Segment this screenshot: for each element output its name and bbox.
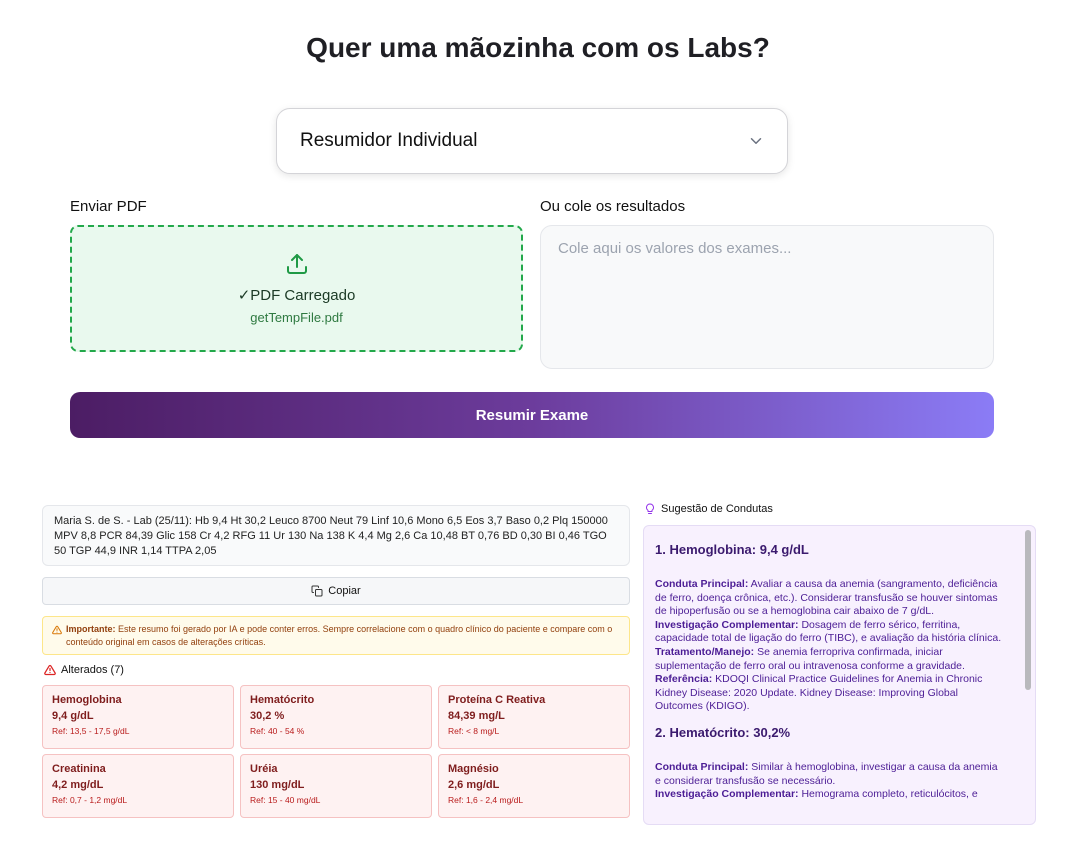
suggestions-title: Sugestão de Condutas: [661, 503, 773, 515]
text-investigacao: Hemograma completo, reticulócitos, e: [798, 788, 978, 801]
label-investigacao: Investigação Complementar:: [655, 618, 799, 631]
mode-select[interactable]: Resumidor Individual: [276, 108, 788, 174]
exam-ref: Ref: 40 - 54 %: [250, 726, 305, 736]
copy-label: Copiar: [328, 585, 361, 597]
suggestions-header: Sugestão de Condutas: [645, 503, 773, 515]
altered-card: Proteína C Reativa 84,39 mg/L Ref: < 8 m…: [438, 685, 630, 749]
label-tratamento: Tratamento/Manejo:: [655, 645, 755, 658]
paste-label: Ou cole os resultados: [540, 198, 686, 215]
altered-card: Magnésio 2,6 mg/dL Ref: 1,6 - 2,4 mg/dL: [438, 754, 630, 818]
exam-name: Creatinina: [52, 763, 106, 775]
mode-select-value: Resumidor Individual: [300, 130, 478, 151]
altered-card: Creatinina 4,2 mg/dL Ref: 0,7 - 1,2 mg/d…: [42, 754, 234, 818]
alert-triangle-icon: [44, 664, 56, 676]
summary-text: Maria S. de S. - Lab (25/11): Hb 9,4 Ht …: [42, 505, 630, 566]
warning-strong: Importante:: [66, 624, 116, 634]
check-icon: ✓: [237, 287, 251, 304]
chevron-down-icon: [750, 138, 762, 144]
uploaded-filename: getTempFile.pdf: [250, 310, 343, 325]
altered-cards: Hemoglobina 9,4 g/dL Ref: 13,5 - 17,5 g/…: [42, 685, 630, 818]
exam-ref: Ref: 1,6 - 2,4 mg/dL: [448, 795, 524, 805]
exam-name: Hemoglobina: [52, 694, 122, 706]
label-referencia: Referência:: [655, 673, 713, 686]
altered-card: Hemoglobina 9,4 g/dL Ref: 13,5 - 17,5 g/…: [42, 685, 234, 749]
exam-value: 130 mg/dL: [250, 779, 305, 791]
altered-card: Hematócrito 30,2 % Ref: 40 - 54 %: [240, 685, 432, 749]
warning-text: Este resumo foi gerado por IA e pode con…: [66, 624, 613, 647]
upload-icon: [286, 254, 307, 274]
altered-title: Alterados (7): [61, 664, 124, 676]
suggestions-panel[interactable]: 1. Hemoglobina: 9,4 g/dL Conduta Princip…: [643, 525, 1036, 825]
summarize-button[interactable]: Resumir Exame: [70, 392, 994, 438]
label-conduta: Conduta Principal:: [655, 578, 749, 590]
exam-value: 4,2 mg/dL: [52, 779, 104, 791]
suggestion-heading: 2. Hematócrito: 30,2%: [655, 724, 791, 740]
exam-ref: Ref: 13,5 - 17,5 g/dL: [52, 726, 130, 736]
results-textarea[interactable]: [540, 225, 994, 369]
copy-icon: [311, 585, 323, 597]
ai-warning: Importante: Este resumo foi gerado por I…: [42, 616, 630, 655]
exam-name: Hematócrito: [250, 694, 315, 706]
exam-ref: Ref: < 8 mg/L: [448, 726, 500, 736]
lightbulb-icon: [646, 503, 654, 514]
exam-name: Magnésio: [448, 763, 499, 775]
exam-value: 2,6 mg/dL: [448, 779, 500, 791]
pdf-dropzone[interactable]: ✓PDF Carregado getTempFile.pdf: [70, 225, 523, 352]
warning-icon: [52, 625, 62, 635]
altered-header: Alterados (7): [44, 664, 124, 676]
exam-value: 84,39 mg/L: [448, 710, 505, 722]
suggestions-scrollbar[interactable]: [1025, 530, 1031, 690]
label-investigacao: Investigação Complementar:: [655, 788, 799, 801]
exam-ref: Ref: 0,7 - 1,2 mg/dL: [52, 795, 128, 805]
exam-value: 30,2 %: [250, 710, 285, 722]
page-title: Quer uma mãozinha com os Labs?: [306, 32, 770, 63]
upload-label: Enviar PDF: [70, 198, 147, 215]
upload-status-text: PDF Carregado: [250, 287, 356, 304]
exam-name: Uréia: [250, 763, 278, 775]
upload-status: ✓PDF Carregado: [238, 286, 356, 304]
label-conduta: Conduta Principal:: [655, 760, 749, 773]
suggestion-heading: 1. Hemoglobina: 9,4 g/dL: [655, 542, 809, 557]
altered-card: Uréia 130 mg/dL Ref: 15 - 40 mg/dL: [240, 754, 432, 818]
exam-value: 9,4 g/dL: [52, 710, 94, 722]
exam-name: Proteína C Reativa: [448, 694, 546, 706]
copy-button[interactable]: Copiar: [42, 577, 630, 605]
suggestion-paragraph: Conduta Principal: Similar à hemoglobina…: [655, 761, 1006, 802]
suggestion-paragraph: Conduta Principal: Avaliar a causa da an…: [655, 578, 1006, 714]
exam-ref: Ref: 15 - 40 mg/dL: [250, 795, 321, 805]
